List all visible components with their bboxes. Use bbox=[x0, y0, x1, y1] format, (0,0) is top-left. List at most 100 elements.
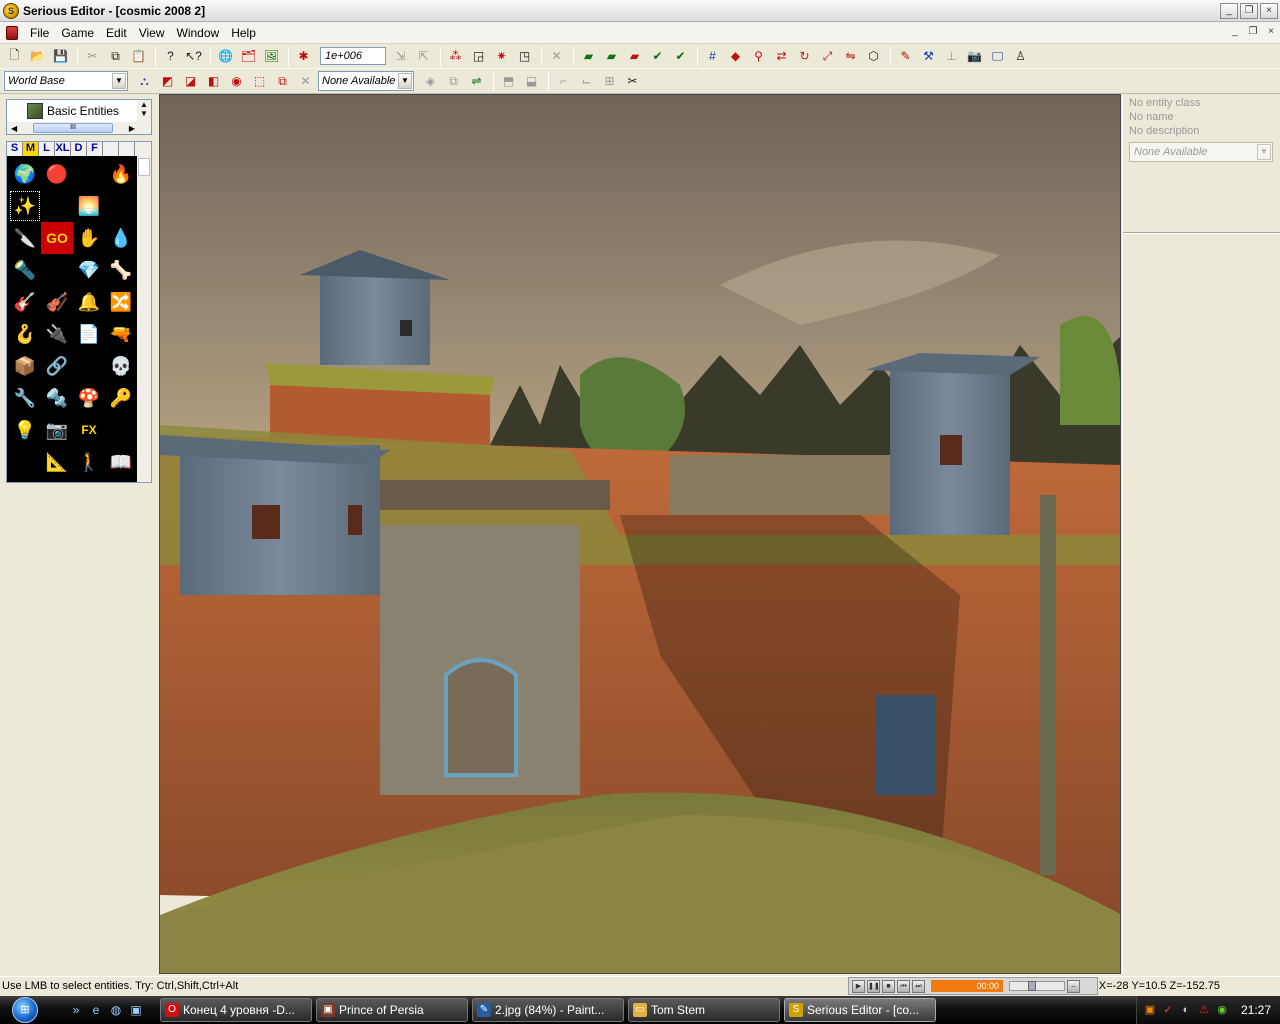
preview-icon[interactable]: 🖵 bbox=[987, 46, 1008, 67]
start-button[interactable]: ⊞ bbox=[0, 996, 50, 1024]
tree-node-basic-entities[interactable]: Basic Entities bbox=[27, 103, 119, 119]
layer-red-icon[interactable]: ▰ bbox=[624, 46, 645, 67]
check-icon[interactable]: ✔ bbox=[647, 46, 668, 67]
media-minimize-icon[interactable]: – bbox=[1067, 979, 1080, 993]
chevron-down-icon[interactable]: ▼ bbox=[398, 73, 412, 89]
vertex-icon[interactable]: ◆ bbox=[725, 46, 746, 67]
layer-green-icon[interactable]: ▰ bbox=[578, 46, 599, 67]
globe-icon[interactable]: 🌐 bbox=[215, 46, 236, 67]
size-tab[interactable]: S bbox=[7, 142, 23, 156]
fx-entity-icon[interactable]: FX bbox=[73, 414, 105, 446]
arrows-entity-icon[interactable]: ↕ bbox=[41, 254, 73, 286]
csg-split-icon[interactable]: ◉ bbox=[226, 71, 247, 92]
size-tab[interactable] bbox=[119, 142, 135, 156]
tree-vertical-scrollbar[interactable]: ▲ ▼ bbox=[137, 100, 151, 134]
wrench-entity-icon[interactable]: 🔧 bbox=[9, 382, 41, 414]
stairs-icon[interactable]: ⌐ bbox=[553, 71, 574, 92]
grid-size-input[interactable] bbox=[320, 47, 386, 65]
pin-icon[interactable]: ⚲ bbox=[748, 46, 769, 67]
taskbar-button[interactable]: ▣ Prince of Persia bbox=[316, 998, 468, 1022]
box-entity-icon[interactable]: 📦 bbox=[9, 350, 41, 382]
size-tab[interactable]: L bbox=[39, 142, 55, 156]
link-entity-icon[interactable]: 🔗 bbox=[41, 350, 73, 382]
taskbar-button[interactable]: ▭ Tom Stem bbox=[628, 998, 780, 1022]
sky-entity-icon[interactable]: 🌅 bbox=[73, 190, 105, 222]
menu-help[interactable]: Help bbox=[225, 24, 262, 42]
scroll-left-icon[interactable]: ◀ bbox=[11, 124, 17, 133]
paste-icon[interactable]: 📋 bbox=[128, 46, 149, 67]
floor-icon[interactable]: ⌙ bbox=[576, 71, 597, 92]
entity-icon[interactable]: ✱ bbox=[293, 46, 314, 67]
gun-entity-icon[interactable]: 🔫 bbox=[105, 318, 137, 350]
walker-entity-icon[interactable]: 🚶 bbox=[73, 446, 105, 478]
bolt-entity-icon[interactable]: 🔩 bbox=[41, 382, 73, 414]
add-entity-icon[interactable]: ⛬ bbox=[134, 71, 155, 92]
csg-add-reverse-icon[interactable]: ◪ bbox=[180, 71, 201, 92]
primitive-settings-icon[interactable]: ◈ bbox=[420, 71, 441, 92]
menu-game[interactable]: Game bbox=[55, 24, 100, 42]
lamp-entity-icon[interactable]: 💡 bbox=[9, 414, 41, 446]
document-icon[interactable] bbox=[6, 25, 18, 40]
menu-window[interactable]: Window bbox=[171, 24, 226, 42]
save-icon[interactable]: 💾 bbox=[50, 46, 71, 67]
scissors-icon[interactable]: ✕ bbox=[546, 46, 567, 67]
scale-icon[interactable]: ⤢ bbox=[817, 46, 838, 67]
size-tab[interactable]: XL bbox=[55, 142, 71, 156]
explorer-icon[interactable]: ◍ bbox=[108, 1002, 124, 1018]
screenshot-icon[interactable]: 📷 bbox=[964, 46, 985, 67]
paint-icon[interactable]: ✎ bbox=[895, 46, 916, 67]
tools-cut-icon[interactable]: ✂ bbox=[622, 71, 643, 92]
measure-icon[interactable]: ⊥ bbox=[941, 46, 962, 67]
grid-icon[interactable]: # bbox=[702, 46, 723, 67]
terrain-icon[interactable]: ⊞ bbox=[599, 71, 620, 92]
marker-entity-icon[interactable]: 🔴 bbox=[41, 158, 73, 190]
scroll-thumb[interactable]: III bbox=[33, 123, 113, 133]
menu-view[interactable]: View bbox=[133, 24, 171, 42]
copy-icon[interactable]: ⧉ bbox=[105, 46, 126, 67]
flashlight-entity-icon[interactable]: 🔦 bbox=[9, 254, 41, 286]
room-icon[interactable]: ⬒ bbox=[498, 71, 519, 92]
texture-icon[interactable]: 🖼 bbox=[261, 46, 282, 67]
size-tab[interactable]: M bbox=[23, 142, 39, 156]
size-tab[interactable]: F bbox=[87, 142, 103, 156]
knife-entity-icon[interactable]: 🔪 bbox=[9, 222, 41, 254]
go-entity-icon[interactable]: GO bbox=[41, 222, 73, 254]
primitive-copy-icon[interactable]: ⧉ bbox=[443, 71, 464, 92]
csg-remove-icon[interactable]: ◧ bbox=[203, 71, 224, 92]
play-icon[interactable]: ▶ bbox=[852, 979, 865, 993]
tools-icon[interactable]: ⚒ bbox=[918, 46, 939, 67]
cube-icon[interactable]: ⬡ bbox=[863, 46, 884, 67]
add-brush-icon[interactable]: ◳ bbox=[514, 46, 535, 67]
primitive-combo[interactable]: None Available ▼ bbox=[318, 71, 414, 91]
menu-file[interactable]: File bbox=[24, 24, 55, 42]
layer-dark-icon[interactable]: ▰ bbox=[601, 46, 622, 67]
switch-entity-icon[interactable]: 🔀 bbox=[105, 286, 137, 318]
scroll-right-icon[interactable]: ▶ bbox=[129, 124, 135, 133]
minimize-button[interactable]: _ bbox=[1220, 3, 1238, 19]
music-entity-icon[interactable]: 🎻 bbox=[41, 286, 73, 318]
play-icon[interactable]: ♙ bbox=[1010, 46, 1031, 67]
rotate-icon[interactable]: ↻ bbox=[794, 46, 815, 67]
close-button[interactable]: × bbox=[1260, 3, 1278, 19]
chevron-down-icon[interactable]: ▼ bbox=[112, 73, 126, 89]
previous-icon[interactable]: ⏮ bbox=[897, 979, 910, 993]
crystal-entity-icon[interactable]: 💎 bbox=[73, 254, 105, 286]
bone-entity-icon[interactable]: 🦴 bbox=[105, 254, 137, 286]
size-tab[interactable] bbox=[103, 142, 119, 156]
volume-slider[interactable] bbox=[1009, 981, 1065, 991]
clock[interactable]: 21:27 bbox=[1241, 1003, 1271, 1017]
size-tab[interactable]: D bbox=[71, 142, 87, 156]
taskbar-button[interactable]: S Serious Editor - [co... bbox=[784, 998, 936, 1022]
hand-entity-icon[interactable]: ✋ bbox=[73, 222, 105, 254]
skull-entity-icon[interactable]: 💀 bbox=[105, 350, 137, 382]
internet-explorer-icon[interactable]: e bbox=[88, 1002, 104, 1018]
light-entity-icon[interactable]: ✨ bbox=[9, 190, 41, 222]
tray-check-icon[interactable]: ✓ bbox=[1161, 1003, 1175, 1017]
sprite-icon[interactable]: ⁂ bbox=[445, 46, 466, 67]
tray-orange-icon[interactable]: ▣ bbox=[1143, 1003, 1157, 1017]
context-help-icon[interactable]: ↖? bbox=[183, 46, 204, 67]
tray-nvidia-icon[interactable]: ◉ bbox=[1215, 1003, 1229, 1017]
floppy-icon[interactable]: ▣ bbox=[128, 1002, 144, 1018]
stop-icon[interactable]: ■ bbox=[882, 979, 895, 993]
heart-entity-icon[interactable]: ❤ bbox=[73, 350, 105, 382]
